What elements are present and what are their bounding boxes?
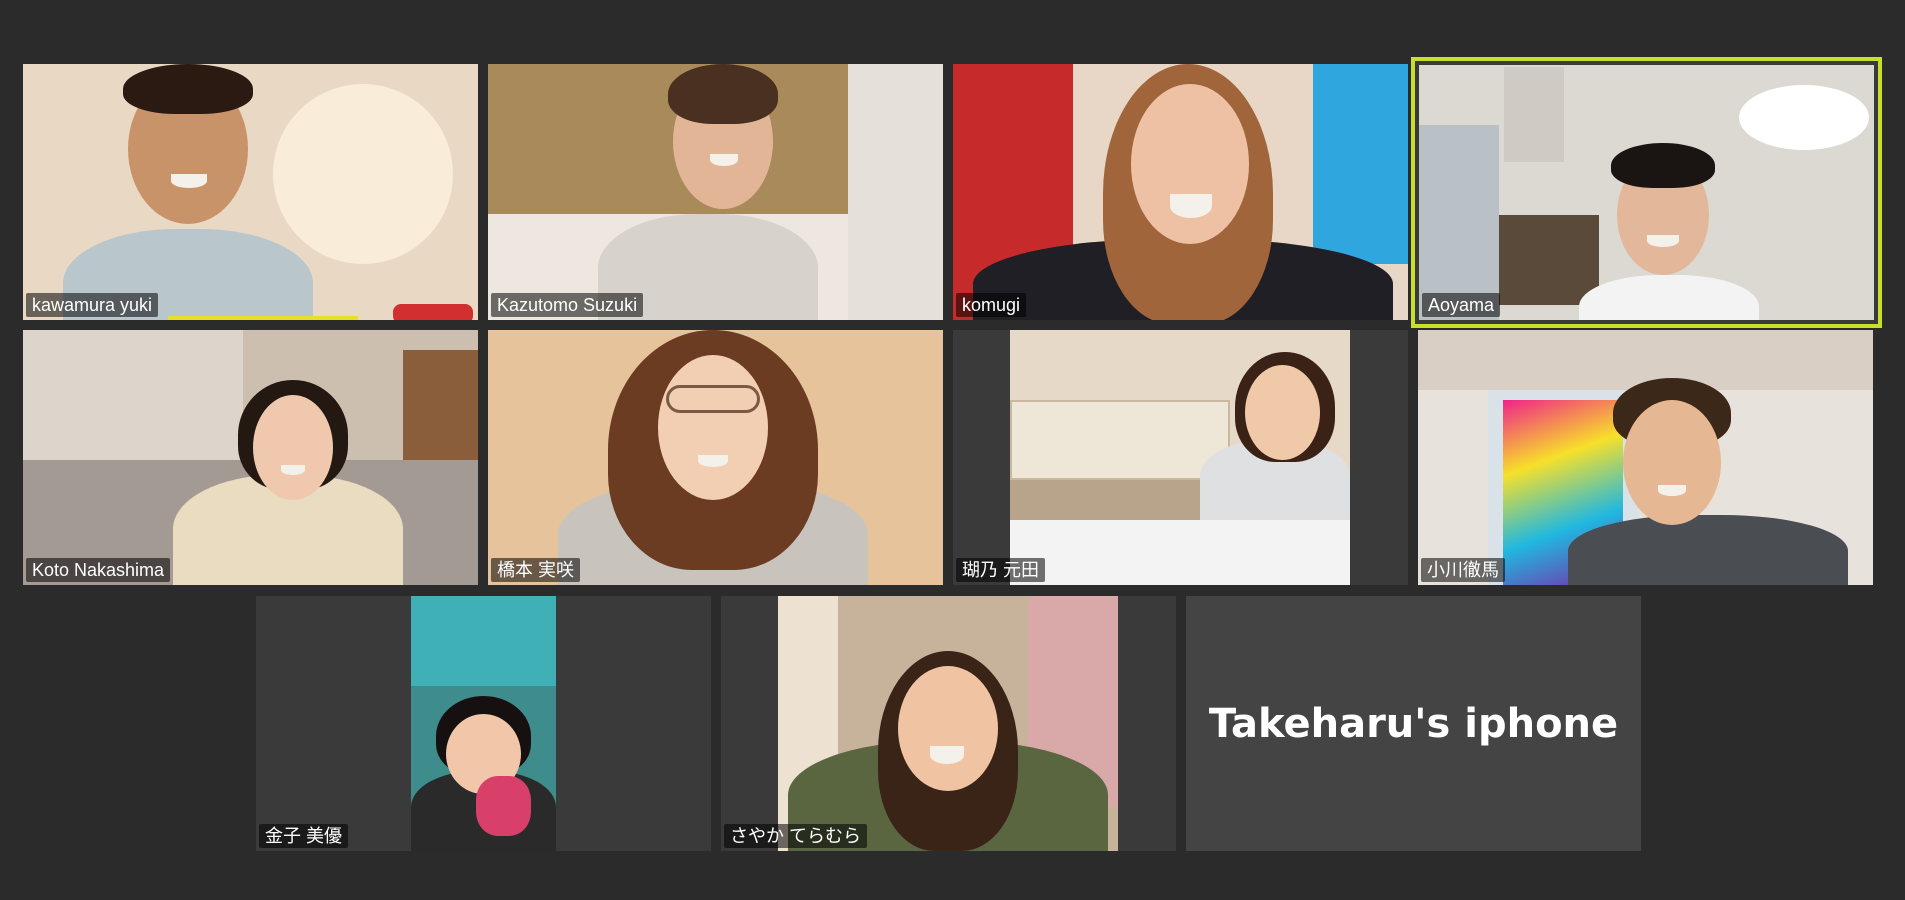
- participant-name: Aoyama: [1422, 293, 1501, 317]
- video-feed: [411, 596, 556, 851]
- device-name-label: Takeharu's iphone: [1208, 700, 1619, 747]
- video-tile-koto-nakashima[interactable]: Koto Nakashima: [23, 330, 478, 585]
- video-feed: [23, 64, 478, 320]
- video-feed: [1010, 330, 1350, 585]
- participant-name: 瑚乃 元田: [956, 558, 1046, 582]
- video-tile-aoyama[interactable]: Aoyama: [1411, 57, 1882, 328]
- video-tile-ogawa-tetsuma[interactable]: 小川徹馬: [1418, 330, 1873, 585]
- video-tile-takeharu-iphone[interactable]: Takeharu's iphone: [1186, 596, 1641, 851]
- participant-name: Kazutomo Suzuki: [491, 293, 644, 317]
- video-tile-kawamura-yuki[interactable]: kawamura yuki: [23, 64, 478, 320]
- video-tile-motoda-kono[interactable]: 瑚乃 元田: [953, 330, 1408, 585]
- video-feed: [488, 330, 943, 585]
- video-tile-kazutomo-suzuki[interactable]: Kazutomo Suzuki: [488, 64, 943, 320]
- video-feed: [953, 64, 1408, 320]
- participant-name: 小川徹馬: [1421, 558, 1505, 582]
- speaking-indicator: [168, 316, 358, 320]
- video-feed: [778, 596, 1118, 851]
- participant-name: komugi: [956, 293, 1027, 317]
- participant-name: さやか てらむら: [724, 824, 868, 848]
- participant-name: 金子 美優: [259, 824, 349, 848]
- video-tile-sayaka-teramura[interactable]: さやか てらむら: [721, 596, 1176, 851]
- video-feed: [488, 64, 943, 320]
- video-feed: [1419, 65, 1874, 320]
- video-tile-hashimoto-misaki[interactable]: 橋本 実咲: [488, 330, 943, 585]
- video-feed: [23, 330, 478, 585]
- participant-name: 橋本 実咲: [491, 558, 581, 582]
- participant-name: Koto Nakashima: [26, 558, 171, 582]
- video-tile-kaneko-miyu[interactable]: 金子 美優: [256, 596, 711, 851]
- video-feed: [1418, 330, 1873, 585]
- video-tile-komugi[interactable]: komugi: [953, 64, 1408, 320]
- participant-name: kawamura yuki: [26, 293, 159, 317]
